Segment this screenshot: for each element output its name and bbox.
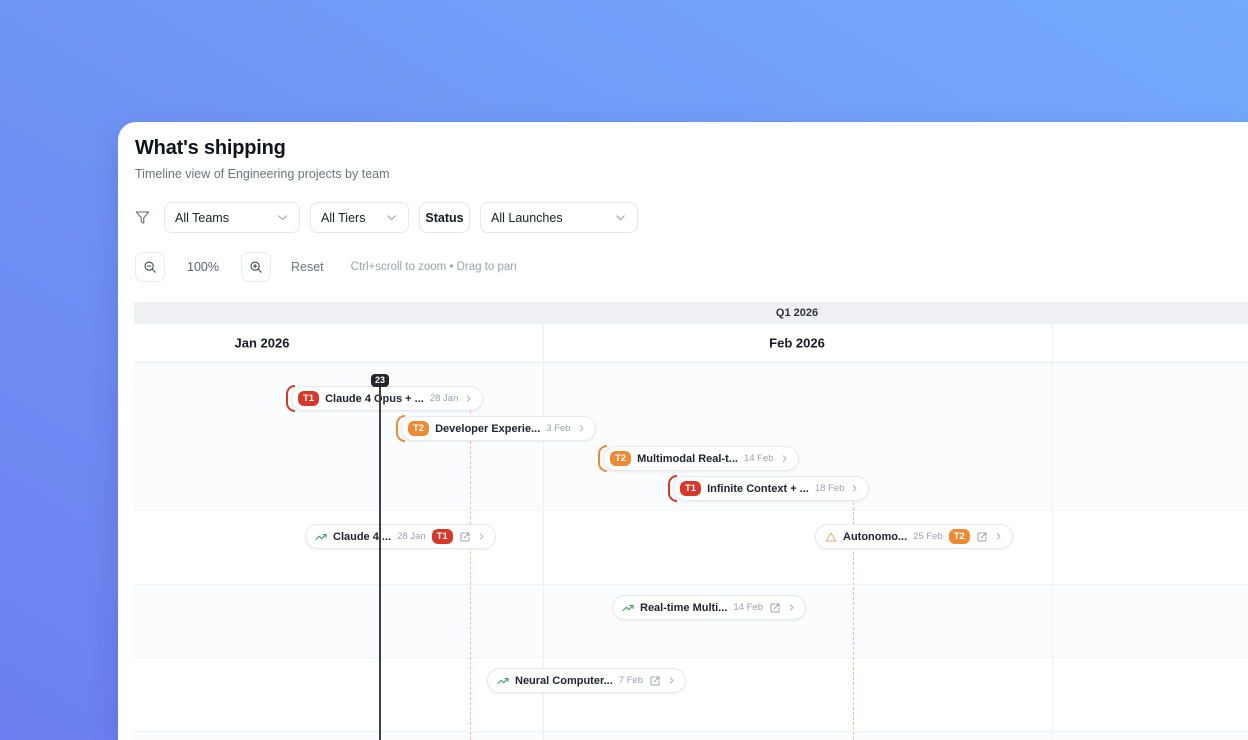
chevron-right-icon bbox=[579, 425, 584, 432]
chevron-right-icon bbox=[782, 455, 786, 462]
timeline-view[interactable]: Q1 2026 Jan 2026 Feb 2026 23 T1 Claude 4… bbox=[134, 302, 1248, 740]
zoom-hint-text: Ctrl+scroll to zoom • Drag to pan bbox=[350, 261, 517, 273]
item-date: 28 Jan bbox=[429, 393, 459, 404]
item-name: Autonomo... bbox=[843, 530, 908, 543]
external-link-icon bbox=[460, 532, 470, 541]
item-name: Claude 4 Opus + ... bbox=[325, 392, 424, 405]
zoom-in-magnifier-icon bbox=[250, 261, 262, 273]
month-divider bbox=[1052, 324, 1053, 362]
month-gridline bbox=[1052, 363, 1053, 740]
chevron-right-icon bbox=[467, 395, 471, 402]
item-date: 25 Feb bbox=[913, 531, 943, 542]
page-title: What's shipping bbox=[135, 137, 286, 159]
item-date: 18 Feb bbox=[814, 483, 845, 494]
quarter-band: Q1 2026 bbox=[134, 302, 1248, 324]
filter-bar: All Teams All Tiers Status All Launches bbox=[135, 202, 638, 233]
item-date: 7 Feb bbox=[618, 675, 644, 686]
launch-item-neural-computer[interactable]: Neural Computer... 7 Feb bbox=[487, 668, 687, 693]
chevron-right-icon bbox=[789, 604, 794, 611]
launch-item-autonomous[interactable]: Autonomo... 25 Feb T2 bbox=[815, 524, 1013, 549]
timeline-item-claude-4-opus[interactable]: T1 Claude 4 Opus + ... 28 Jan bbox=[286, 385, 484, 412]
launch-item-claude-4[interactable]: Claude 4 ... 28 Jan T1 bbox=[305, 524, 496, 549]
lane-divider bbox=[134, 584, 1248, 585]
item-date: 3 Feb bbox=[546, 423, 571, 434]
zoom-in-button[interactable] bbox=[241, 252, 271, 282]
trending-up-icon bbox=[315, 533, 327, 540]
tier-badge: T2 bbox=[408, 420, 430, 437]
launches-filter-value: All Launches bbox=[491, 210, 563, 225]
chevron-right-icon bbox=[670, 677, 674, 684]
trending-up-icon bbox=[622, 604, 634, 611]
zoom-reset-button[interactable]: Reset bbox=[291, 260, 324, 274]
item-date: 28 Jan bbox=[397, 531, 426, 542]
chevron-right-icon bbox=[853, 485, 857, 492]
trending-up-icon bbox=[497, 677, 509, 684]
timeline-item-infinite-context[interactable]: T1 Infinite Context + ... 18 Feb bbox=[668, 475, 870, 502]
status-filter-button[interactable]: Status bbox=[419, 202, 470, 233]
timeline-lane bbox=[134, 657, 1248, 731]
status-filter-label: Status bbox=[425, 210, 464, 225]
item-name: Real-time Multi... bbox=[640, 601, 728, 614]
month-header-row: Jan 2026 Feb 2026 bbox=[134, 324, 1248, 363]
launches-filter-dropdown[interactable]: All Launches bbox=[480, 202, 638, 233]
tier-badge: T2 bbox=[610, 450, 632, 467]
timeline-lane bbox=[134, 510, 1248, 584]
launch-item-realtime-multi[interactable]: Real-time Multi... 14 Feb bbox=[612, 595, 806, 620]
milestone-line-28jan bbox=[470, 411, 471, 740]
warning-triangle-icon bbox=[825, 532, 837, 541]
page-subtitle: Timeline view of Engineering projects by… bbox=[135, 167, 390, 181]
zoom-toolbar: 100% Reset Ctrl+scroll to zoom • Drag to… bbox=[135, 252, 517, 282]
tier-badge: T1 bbox=[298, 390, 320, 407]
gantt-chart-area[interactable]: 23 T1 Claude 4 Opus + ... 28 Jan T2 Deve… bbox=[134, 363, 1248, 740]
item-name: Developer Experie... bbox=[435, 422, 541, 435]
item-name: Multimodal Real-t... bbox=[637, 452, 738, 465]
item-name: Claude 4 ... bbox=[333, 530, 392, 543]
chevron-down-icon bbox=[387, 215, 396, 221]
item-name: Infinite Context + ... bbox=[707, 482, 809, 495]
chevron-down-icon bbox=[616, 215, 625, 221]
item-date: 14 Feb bbox=[733, 602, 763, 613]
external-link-icon bbox=[650, 676, 660, 685]
item-date: 14 Feb bbox=[743, 453, 774, 464]
tier-badge: T1 bbox=[431, 528, 453, 545]
teams-filter-value: All Teams bbox=[175, 210, 229, 225]
tier-badge: T2 bbox=[948, 528, 970, 545]
today-line bbox=[379, 385, 381, 740]
zoom-out-magnifier-icon bbox=[144, 261, 156, 273]
zoom-out-button[interactable] bbox=[135, 252, 165, 282]
zoom-level-value: 100% bbox=[187, 260, 219, 274]
month-label-feb: Feb 2026 bbox=[769, 335, 825, 351]
item-name: Neural Computer... bbox=[515, 674, 613, 687]
teams-filter-dropdown[interactable]: All Teams bbox=[164, 202, 300, 233]
chevron-right-icon bbox=[479, 533, 484, 540]
timeline-item-multimodal-realtime[interactable]: T2 Multimodal Real-t... 14 Feb bbox=[598, 445, 799, 472]
chevron-down-icon bbox=[278, 215, 287, 221]
timeline-item-developer-experience[interactable]: T2 Developer Experie... 3 Feb bbox=[396, 415, 596, 442]
quarter-label: Q1 2026 bbox=[775, 307, 819, 319]
tiers-filter-dropdown[interactable]: All Tiers bbox=[310, 202, 409, 233]
month-label-jan: Jan 2026 bbox=[234, 335, 290, 351]
chevron-right-icon bbox=[996, 533, 1001, 540]
shipping-panel: What's shipping Timeline view of Enginee… bbox=[118, 122, 1248, 740]
tier-badge: T1 bbox=[680, 480, 702, 497]
today-date-badge: 23 bbox=[370, 374, 390, 387]
filter-funnel-icon bbox=[135, 211, 150, 224]
lane-divider bbox=[134, 510, 1248, 511]
lane-divider bbox=[134, 657, 1248, 658]
month-divider bbox=[543, 324, 544, 362]
tiers-filter-value: All Tiers bbox=[321, 210, 366, 225]
timeline-lane bbox=[134, 731, 1248, 740]
external-link-icon bbox=[977, 532, 987, 541]
lane-divider bbox=[134, 731, 1248, 732]
page-header: What's shipping Timeline view of Enginee… bbox=[135, 137, 390, 181]
external-link-icon bbox=[770, 603, 780, 612]
